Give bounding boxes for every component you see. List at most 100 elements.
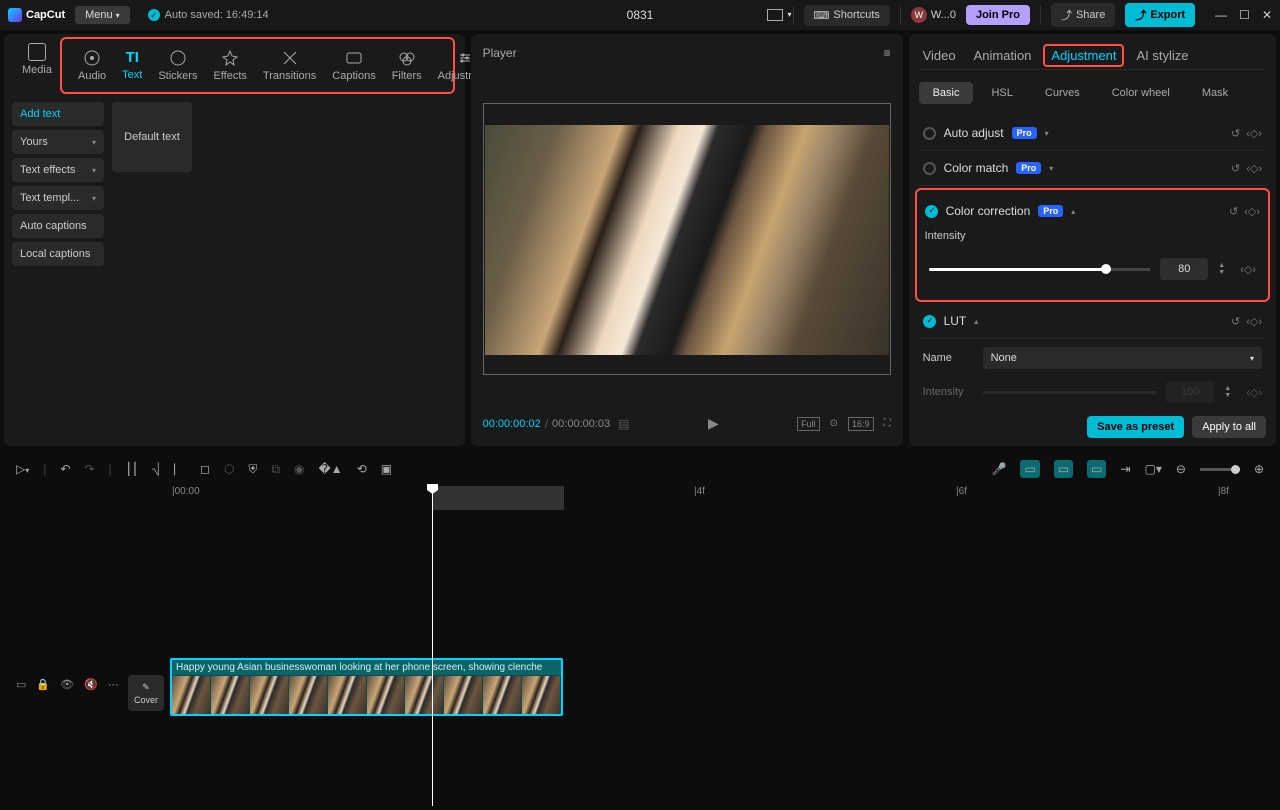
redo-icon[interactable]: ↷ [84, 462, 94, 476]
apply-all-button[interactable]: Apply to all [1192, 416, 1266, 438]
asset-default-text[interactable]: Default text [112, 102, 192, 172]
tab-captions[interactable]: Captions [324, 45, 383, 86]
tab-media[interactable]: Media [14, 33, 60, 80]
keyframe-nav-icon[interactable]: ‹◇› [1246, 162, 1262, 175]
tab-audio[interactable]: Audio [70, 45, 114, 86]
tab-stickers[interactable]: Stickers [150, 45, 205, 86]
sidebar-text-effects[interactable]: Text effects▾ [12, 158, 104, 182]
intensity-stepper[interactable]: ▲▼ [1218, 262, 1230, 276]
subtab-wheel[interactable]: Color wheel [1098, 82, 1184, 104]
minimize-icon[interactable]: — [1215, 8, 1227, 22]
tool-icon[interactable]: ⬡ [224, 462, 234, 476]
close-icon[interactable]: ✕ [1262, 8, 1272, 22]
prop-tab-ai[interactable]: AI stylize [1136, 48, 1188, 63]
mute-icon[interactable]: 🔇 [84, 678, 98, 691]
sidebar-local-captions[interactable]: Local captions [12, 242, 104, 266]
share-button[interactable]: ⤴ Share [1051, 3, 1115, 27]
copy-icon[interactable]: ⧉ [271, 462, 280, 477]
user-badge[interactable]: W W...0 [911, 7, 956, 23]
toggle-color-match[interactable] [923, 162, 936, 175]
row-lut[interactable]: LUT ▴ ↺‹◇› [919, 304, 1266, 339]
subtab-hsl[interactable]: HSL [977, 82, 1026, 104]
effects-icon [221, 49, 239, 67]
lut-select[interactable]: None▾ [983, 347, 1262, 369]
mic-icon[interactable]: 🎤 [991, 462, 1006, 476]
track-settings-icon[interactable]: ▭ [16, 678, 26, 691]
lock-icon[interactable]: 🔒 [36, 678, 50, 691]
intensity-input[interactable] [1160, 258, 1208, 280]
play-button[interactable]: ▶ [708, 415, 719, 432]
more-icon[interactable]: ⋯ [108, 678, 119, 691]
player-menu-icon[interactable]: ≡ [884, 46, 891, 60]
playhead[interactable] [432, 486, 433, 806]
toggle-color-correction[interactable] [925, 205, 938, 218]
prop-tab-video[interactable]: Video [923, 48, 956, 63]
layout-icon[interactable]: ▾ [767, 9, 783, 21]
export-button[interactable]: ⤴ Export [1125, 3, 1195, 27]
zoom-out-icon[interactable]: ⊖ [1176, 462, 1186, 476]
intensity-slider[interactable] [929, 268, 1151, 271]
cover-button[interactable]: ✎ Cover [128, 675, 164, 711]
crop2-icon[interactable]: ▣ [381, 462, 392, 476]
screen-icon[interactable]: ▢▾ [1145, 462, 1162, 476]
toggle-lut[interactable] [923, 315, 936, 328]
focus-icon[interactable]: ⊙ [830, 418, 838, 429]
sidebar-yours[interactable]: Yours▾ [12, 130, 104, 154]
video-frame[interactable] [483, 103, 891, 375]
undo-icon[interactable]: ↶ [60, 462, 70, 476]
prop-tab-animation[interactable]: Animation [974, 48, 1032, 63]
sidebar-add-text[interactable]: Add text [12, 102, 104, 126]
keyframe-nav-icon[interactable]: ‹◇› [1240, 263, 1256, 276]
keyframe-nav-icon[interactable]: ‹◇› [1244, 205, 1260, 218]
chevron-down-icon: ▾ [92, 138, 96, 147]
magnet3-icon[interactable]: ▭ [1087, 460, 1106, 478]
aspect-ratio[interactable]: 16:9 [848, 417, 874, 431]
tab-text[interactable]: TIText [114, 45, 150, 86]
prop-tab-adjustment[interactable]: Adjustment [1043, 44, 1124, 67]
row-color-correction[interactable]: Color correction Pro ▴ ↺‹◇› [921, 194, 1264, 228]
save-preset-button[interactable]: Save as preset [1087, 416, 1184, 438]
crop-icon[interactable]: ◻ [200, 462, 210, 476]
split-icon[interactable]: ⎮⎮ [126, 462, 139, 476]
magnet2-icon[interactable]: ▭ [1054, 460, 1073, 478]
toggle-auto-adjust[interactable] [923, 127, 936, 140]
properties-panel: Video Animation Adjustment AI stylize Ba… [909, 34, 1276, 446]
tab-transitions[interactable]: Transitions [255, 45, 324, 86]
magnet1-icon[interactable]: ▭ [1020, 460, 1039, 478]
video-clip[interactable]: Happy young Asian businesswoman looking … [170, 658, 563, 716]
row-auto-adjust[interactable]: Auto adjust Pro ▾ ↺‹◇› [919, 116, 1266, 151]
trim-right-icon[interactable]: ⎸ [174, 462, 186, 477]
trim-left-icon[interactable]: ⎷ [152, 462, 160, 477]
reset-icon[interactable]: ↺ [1231, 162, 1240, 175]
subtab-basic[interactable]: Basic [919, 82, 974, 104]
row-color-match[interactable]: Color match Pro ▾ ↺‹◇› [919, 151, 1266, 186]
tab-effects[interactable]: Effects [205, 45, 254, 86]
link-icon[interactable]: ⇥ [1120, 462, 1130, 476]
zoom-slider[interactable] [1200, 468, 1240, 471]
tool-icon[interactable]: ◉ [294, 462, 304, 476]
eye-icon[interactable]: 👁 [60, 678, 74, 691]
sidebar-auto-captions[interactable]: Auto captions [12, 214, 104, 238]
fullscreen-icon[interactable]: ⛶ [884, 418, 891, 429]
shield-icon[interactable]: ⛨ [248, 462, 257, 477]
menu-button[interactable]: Menu▾ [75, 6, 130, 24]
full-button[interactable]: Full [797, 417, 820, 431]
list-icon[interactable]: ▤ [618, 417, 629, 431]
mirror-icon[interactable]: �▲ [319, 462, 343, 476]
reset-icon[interactable]: ↺ [1231, 127, 1240, 140]
join-pro-button[interactable]: Join Pro [966, 5, 1030, 25]
subtab-curves[interactable]: Curves [1031, 82, 1094, 104]
keyframe-nav-icon[interactable]: ‹◇› [1246, 315, 1262, 328]
pointer-tool-icon[interactable]: ▷▾ [16, 462, 29, 476]
sidebar-text-templates[interactable]: Text templ...▾ [12, 186, 104, 210]
subtab-mask[interactable]: Mask [1188, 82, 1242, 104]
zoom-in-icon[interactable]: ⊕ [1254, 462, 1264, 476]
reset-icon[interactable]: ↺ [1231, 315, 1240, 328]
reset-icon[interactable]: ↺ [1229, 205, 1238, 218]
timeline-ruler[interactable]: |00:00 |4f |6f |8f [8, 486, 1272, 514]
maximize-icon[interactable]: ☐ [1239, 8, 1250, 22]
tab-filters[interactable]: Filters [384, 45, 430, 86]
keyframe-nav-icon[interactable]: ‹◇› [1246, 127, 1262, 140]
rotate-icon[interactable]: ⟲ [357, 462, 367, 476]
shortcuts-button[interactable]: ⌨ Shortcuts [804, 5, 890, 26]
